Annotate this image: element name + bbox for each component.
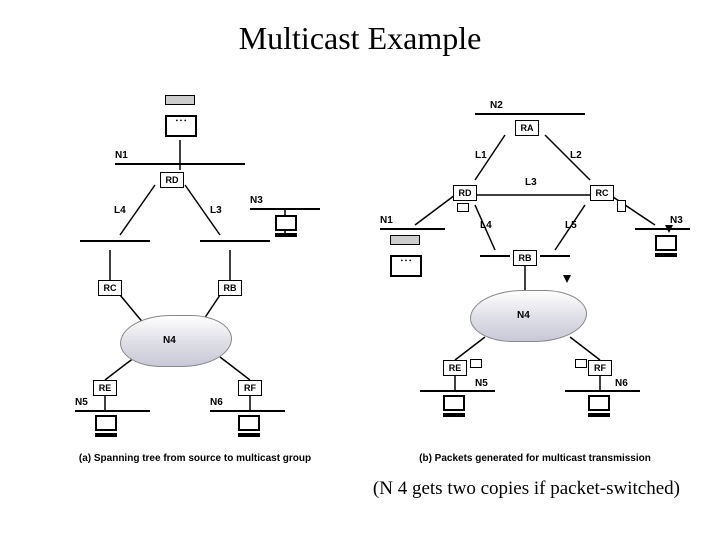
router-box: RF: [238, 380, 262, 396]
packet-icon: [470, 359, 482, 368]
pc-icon: [238, 415, 260, 435]
net-label: N5: [75, 397, 88, 408]
diagram-caption: (b) Packets generated for multicast tran…: [375, 453, 695, 464]
router-box: RC: [98, 280, 122, 296]
net-line: [540, 255, 570, 257]
router-box: RD: [160, 172, 184, 188]
router-box: RC: [590, 185, 614, 201]
server-icon: • • •: [390, 235, 420, 275]
packet-icon: [617, 200, 626, 212]
pc-icon: [588, 395, 610, 415]
server-icon: • • •: [165, 95, 195, 135]
footnote: (N 4 gets two copies if packet-switched): [373, 478, 680, 500]
router-box: RB: [218, 280, 242, 296]
net-line: [250, 208, 320, 210]
pc-icon: [95, 415, 117, 435]
packet-icon: [457, 203, 469, 212]
net-label: N4: [163, 335, 176, 346]
net-line: [210, 410, 285, 412]
link-label: L3: [210, 205, 222, 216]
net-label: N2: [490, 100, 503, 111]
cloud-net: [120, 315, 232, 367]
net-line: [635, 228, 690, 230]
net-line: [80, 240, 150, 242]
router-box: RF: [588, 360, 612, 376]
diagram-right: N2 RA L1 L2 RD RC L3 L4 L5 N1 N3 • • • R…: [375, 95, 695, 445]
net-line: [480, 255, 510, 257]
link-label: L4: [114, 205, 126, 216]
link-label: L4: [480, 220, 492, 231]
diagram-left: • • • N1 RD L4 L3 N3 RC RB N4 RE RF N5 N…: [60, 95, 330, 445]
pc-icon: [443, 395, 465, 415]
net-label: N3: [670, 215, 683, 226]
net-line: [420, 390, 495, 392]
link-label: L1: [475, 150, 487, 161]
net-label: N3: [250, 195, 263, 206]
pc-icon: [655, 235, 677, 255]
net-line: [200, 240, 270, 242]
net-label: N1: [380, 215, 393, 226]
net-line: [380, 228, 445, 230]
link-label: L3: [525, 177, 537, 188]
link-label: L5: [565, 220, 577, 231]
net-label: N1: [115, 150, 128, 161]
net-label: N6: [210, 397, 223, 408]
net-label: N5: [475, 378, 488, 389]
net-label: N4: [517, 310, 530, 321]
right-lines: [375, 95, 695, 445]
router-box: RE: [93, 380, 117, 396]
net-line: [75, 410, 150, 412]
router-box: RA: [515, 120, 539, 136]
pc-icon: [275, 215, 297, 235]
diagram-caption: (a) Spanning tree from source to multica…: [45, 453, 345, 464]
router-box: RE: [443, 360, 467, 376]
net-label: N6: [615, 378, 628, 389]
net-line: [475, 113, 585, 115]
page-title: Multicast Example: [0, 0, 720, 57]
router-box: RD: [453, 185, 477, 201]
link-label: L2: [570, 150, 582, 161]
packet-icon: [575, 359, 587, 368]
net-line: [565, 390, 640, 392]
net-line: [115, 163, 245, 165]
router-box: RB: [513, 250, 537, 266]
